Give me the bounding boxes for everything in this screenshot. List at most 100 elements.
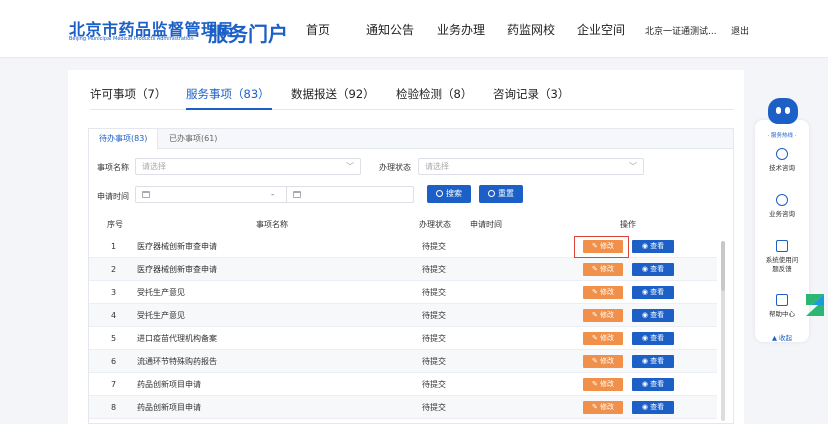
table-row: 8 药品创新项目申请 待提交 ✎ 修改 ◉ 查看 — [89, 396, 717, 419]
edit-button[interactable]: ✎ 修改 — [583, 332, 623, 345]
reset-button-label: 重置 — [498, 189, 514, 198]
search-button[interactable]: 搜索 — [427, 185, 471, 203]
view-label: 查看 — [650, 380, 665, 388]
user-name[interactable]: 北京一证通测试... — [645, 24, 717, 37]
table-row: 4 受托生产意见 待提交 ✎ 修改 ◉ 查看 — [89, 304, 717, 327]
row-no: 4 — [111, 311, 117, 320]
hotline-title: · 服务热线 · — [767, 133, 797, 139]
top-header: 北京市药品监督管理局 Beijing Municipal Medical Pro… — [0, 0, 828, 58]
edit-label: 修改 — [600, 403, 615, 411]
tab-license[interactable]: 许可事项（7） — [90, 86, 166, 102]
collapse-label: 收起 — [779, 334, 793, 342]
view-button[interactable]: ◉ 查看 — [632, 309, 674, 322]
table-row: 7 药品创新项目申请 待提交 ✎ 修改 ◉ 查看 — [89, 373, 717, 396]
nav-school[interactable]: 药监网校 — [507, 21, 555, 38]
assistant-robot-icon[interactable] — [768, 98, 798, 124]
view-button[interactable]: ◉ 查看 — [632, 401, 674, 414]
view-label: 查看 — [650, 242, 665, 250]
view-label: 查看 — [650, 357, 665, 365]
view-label: 查看 — [650, 403, 665, 411]
end-date-input[interactable] — [286, 186, 414, 203]
task-panel: 待办事项(83) 已办事项(61) 事项名称 请选择 ﹀ 办理状态 请选择 ﹀ … — [88, 128, 734, 424]
date-separator: - — [271, 190, 275, 200]
chevron-down-icon: ﹀ — [346, 162, 354, 171]
edit-label: 修改 — [600, 288, 615, 296]
item-name-select[interactable]: 请选择 ﹀ — [135, 158, 361, 175]
status-select[interactable]: 请选择 ﹀ — [418, 158, 644, 175]
status-placeholder: 请选择 — [425, 162, 449, 171]
view-button[interactable]: ◉ 查看 — [632, 355, 674, 368]
col-header-date: 申请时间 — [470, 220, 502, 229]
row-status: 待提交 — [422, 403, 446, 412]
chevron-down-icon: ﹀ — [629, 162, 637, 171]
table-scrollbar[interactable] — [721, 241, 725, 421]
item-name-placeholder: 请选择 — [142, 162, 166, 171]
table-row: 2 医疗器械创新审查申请 待提交 ✎ 修改 ◉ 查看 — [89, 258, 717, 281]
sub-tabs: 待办事项(83) 已办事项(61) — [89, 129, 733, 149]
calendar-icon — [293, 191, 301, 198]
collapse-button[interactable]: ▲ 收起 — [755, 332, 809, 342]
subtab-pending[interactable]: 待办事项(83) — [89, 129, 159, 149]
col-header-actions: 操作 — [620, 220, 636, 229]
table-row: 1 医疗器械创新审查申请 待提交 ✎ 修改 ◉ 查看 — [89, 235, 717, 258]
search-icon — [436, 190, 443, 197]
sidebar-item-label: 帮助中心 — [769, 310, 795, 318]
subtab-done[interactable]: 已办事项(61) — [159, 129, 227, 149]
robot-eye — [785, 107, 790, 114]
row-name: 受托生产意见 — [137, 288, 185, 297]
row-name: 药品创新项目申请 — [137, 380, 201, 389]
robot-eye — [776, 107, 781, 114]
edit-button[interactable]: ✎ 修改 — [583, 378, 623, 391]
sidebar-item-tech-consult[interactable]: 技术咨询 — [755, 148, 809, 173]
view-label: 查看 — [650, 288, 665, 296]
help-icon — [776, 294, 788, 306]
view-button[interactable]: ◉ 查看 — [632, 286, 674, 299]
tab-data-report[interactable]: 数据报送（92） — [291, 86, 375, 102]
service-sidebar: · 服务热线 · 技术咨询 业务咨询 系统使用问题反馈 帮助中心 ▲ 收起 — [755, 120, 809, 342]
table-row: 3 受托生产意见 待提交 ✎ 修改 ◉ 查看 — [89, 281, 717, 304]
row-status: 待提交 — [422, 242, 446, 251]
user-icon — [776, 194, 788, 206]
view-button[interactable]: ◉ 查看 — [632, 263, 674, 276]
sidebar-item-business-consult[interactable]: 业务咨询 — [755, 194, 809, 219]
search-button-label: 搜索 — [446, 189, 462, 198]
nav-notices[interactable]: 通知公告 — [366, 21, 414, 38]
edit-button[interactable]: ✎ 修改 — [583, 401, 623, 414]
sidebar-item-feedback[interactable]: 系统使用问题反馈 — [755, 240, 809, 274]
start-date-input[interactable] — [135, 186, 288, 203]
active-tab-indicator — [186, 108, 272, 110]
sidebar-item-help[interactable]: 帮助中心 — [755, 294, 809, 319]
view-button[interactable]: ◉ 查看 — [632, 332, 674, 345]
logout-link[interactable]: 退出 — [731, 24, 749, 37]
scrollbar-thumb[interactable] — [721, 241, 725, 291]
row-name: 受托生产意见 — [137, 311, 185, 320]
edit-button[interactable]: ✎ 修改 — [583, 263, 623, 276]
row-name: 药品创新项目申请 — [137, 403, 201, 412]
tab-consult-records[interactable]: 咨询记录（3） — [493, 86, 569, 102]
row-status: 待提交 — [422, 265, 446, 274]
view-button[interactable]: ◉ 查看 — [632, 240, 674, 253]
edit-button[interactable]: ✎ 修改 — [583, 355, 623, 368]
row-no: 8 — [111, 403, 117, 412]
reset-button[interactable]: 重置 — [479, 185, 523, 203]
edit-button[interactable]: ✎ 修改 — [583, 309, 623, 322]
row-no: 3 — [111, 288, 117, 297]
row-name: 医疗器械创新审查申请 — [137, 242, 217, 251]
row-no: 5 — [111, 334, 117, 343]
edit-label: 修改 — [600, 334, 615, 342]
row-name: 医疗器械创新审查申请 — [137, 265, 217, 274]
tab-inspection[interactable]: 检验检测（8） — [396, 86, 472, 102]
nav-enterprise[interactable]: 企业空间 — [577, 21, 625, 38]
main-content: 许可事项（7） 服务事项（83） 数据报送（92） 检验检测（8） 咨询记录（3… — [68, 70, 744, 424]
floating-app-icon[interactable] — [804, 292, 826, 318]
nav-business[interactable]: 业务办理 — [437, 21, 485, 38]
row-no: 7 — [111, 380, 117, 389]
sidebar-item-label: 业务咨询 — [769, 210, 795, 218]
tab-service[interactable]: 服务事项（83） — [186, 86, 270, 102]
view-button[interactable]: ◉ 查看 — [632, 378, 674, 391]
nav-home[interactable]: 首页 — [306, 21, 330, 38]
edit-button[interactable]: ✎ 修改 — [583, 286, 623, 299]
site-logo-english: Beijing Municipal Medical Products Admin… — [69, 36, 194, 42]
table-row: 6 流通环节特殊购药报告 待提交 ✎ 修改 ◉ 查看 — [89, 350, 717, 373]
category-tabs: 许可事项（7） 服务事项（83） 数据报送（92） 检验检测（8） 咨询记录（3… — [90, 80, 734, 110]
